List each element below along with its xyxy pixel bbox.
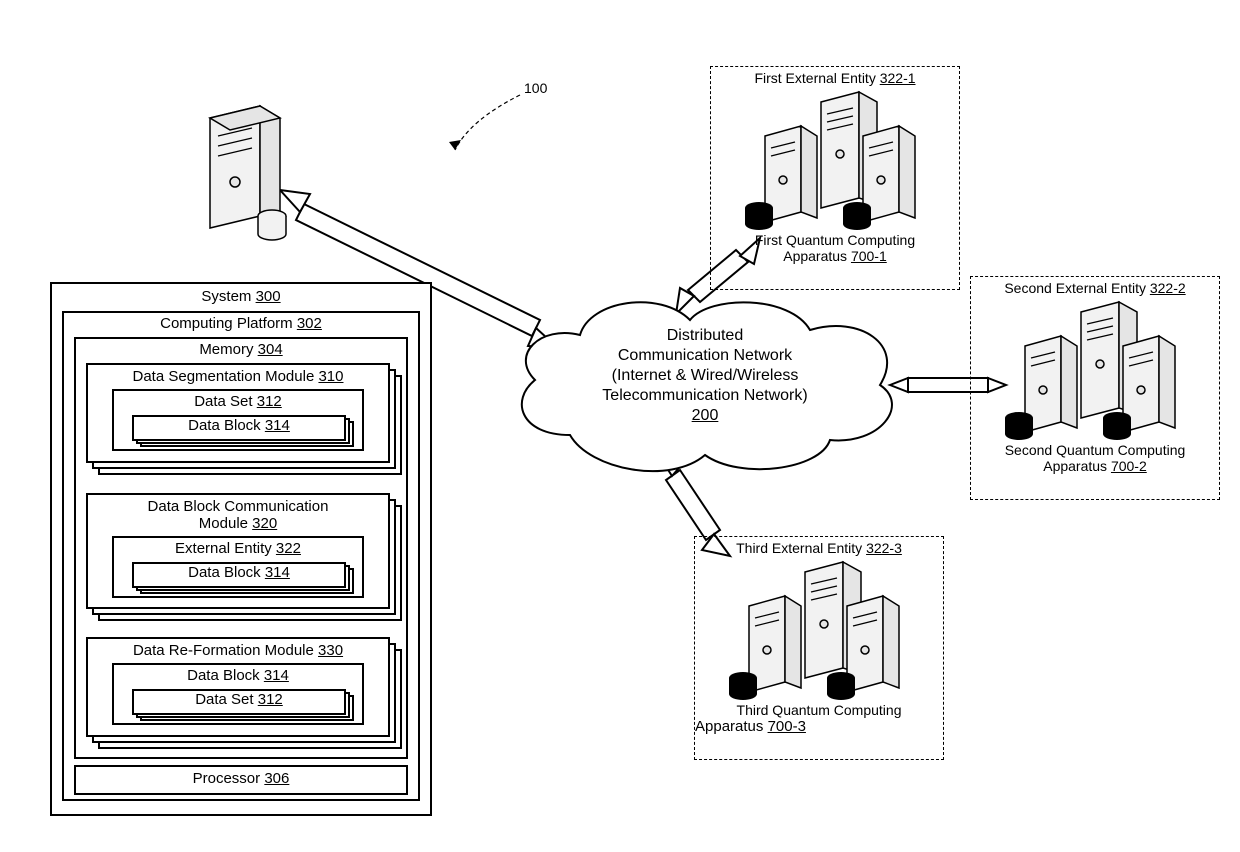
- second-entity-box: Second External Entity 322-2 Second Quan…: [970, 276, 1220, 500]
- seg-dataset-title: Data Set: [194, 393, 252, 410]
- platform-title: Computing Platform: [160, 315, 293, 332]
- second-entity-caption2: Apparatus: [1043, 458, 1107, 474]
- computing-platform-box: Computing Platform 302 Memory 304 Data S…: [62, 311, 420, 801]
- reform-dataset-ref: 312: [258, 691, 283, 708]
- third-entity-title: Third External Entity: [736, 540, 862, 556]
- third-entity-caption-ref: 700-3: [768, 718, 806, 735]
- memory-title: Memory: [199, 341, 253, 358]
- comm-module-line2: Module: [199, 515, 248, 532]
- third-entity-caption2: Apparatus: [695, 718, 763, 735]
- comm-block-title: Data Block: [188, 564, 261, 581]
- second-entity-caption1: Second Quantum Computing: [971, 442, 1219, 458]
- first-entity-caption-ref: 700-1: [851, 248, 887, 264]
- memory-box: Memory 304 Data Segmentation Module 310: [74, 337, 408, 759]
- comm-block-ref: 314: [265, 564, 290, 581]
- seg-module-title: Data Segmentation Module: [133, 368, 315, 385]
- platform-ref: 302: [297, 315, 322, 332]
- second-entity-servers-icon: [985, 296, 1205, 446]
- comm-entity-title: External Entity: [175, 540, 272, 557]
- first-entity-title: First External Entity: [754, 70, 875, 86]
- cloud-ref: 200: [545, 406, 865, 426]
- system-title: System: [201, 288, 251, 305]
- reform-module-ref: 330: [318, 642, 343, 659]
- seg-block-title: Data Block: [188, 417, 261, 434]
- reform-block-title: Data Block: [187, 667, 260, 684]
- third-entity-box: Third External Entity 322-3 Third Quantu…: [694, 536, 944, 760]
- cloud-line1: Distributed: [545, 326, 865, 346]
- comm-module-line1: Data Block Communication: [88, 498, 388, 515]
- reform-block-ref: 314: [264, 667, 289, 684]
- third-entity-servers-icon: [709, 556, 929, 706]
- comm-module-stack: Data Block Communication Module 320 Exte…: [86, 493, 398, 617]
- comm-entity-ref: 322: [276, 540, 301, 557]
- system-title-ref: 300: [256, 288, 281, 305]
- reform-module-stack: Data Re-Formation Module 330 Data Block …: [86, 637, 398, 747]
- seg-module-stack: Data Segmentation Module 310 Data Set 31…: [86, 363, 398, 473]
- seg-dataset-ref: 312: [257, 393, 282, 410]
- processor-title: Processor: [193, 770, 261, 787]
- cloud-line3: (Internet & Wired/Wireless: [545, 366, 865, 386]
- comm-module-ref: 320: [252, 515, 277, 532]
- second-entity-caption-ref: 700-2: [1111, 458, 1147, 474]
- processor-box: Processor 306: [74, 765, 408, 795]
- first-entity-box: First External Entity 322-1: [710, 66, 960, 290]
- reform-module-title: Data Re-Formation Module: [133, 642, 314, 659]
- second-entity-title-ref: 322-2: [1150, 280, 1186, 296]
- figure-number: 100: [524, 80, 547, 96]
- system-box: System 300 Computing Platform 302 Memory…: [50, 282, 432, 816]
- processor-ref: 306: [264, 770, 289, 787]
- seg-module-ref: 310: [318, 368, 343, 385]
- first-entity-caption2: Apparatus: [783, 248, 847, 264]
- cloud-line4: Telecommunication Network): [545, 386, 865, 406]
- first-entity-caption1: First Quantum Computing: [711, 232, 959, 248]
- third-entity-title-ref: 322-3: [866, 540, 902, 556]
- first-entity-title-ref: 322-1: [880, 70, 916, 86]
- second-entity-title: Second External Entity: [1004, 280, 1146, 296]
- memory-ref: 304: [258, 341, 283, 358]
- reform-dataset-title: Data Set: [195, 691, 253, 708]
- seg-block-ref: 314: [265, 417, 290, 434]
- first-entity-servers-icon: [725, 86, 945, 236]
- cloud-line2: Communication Network: [545, 346, 865, 366]
- standalone-server-icon: [180, 100, 300, 250]
- cloud-label: Distributed Communication Network (Inter…: [545, 326, 865, 426]
